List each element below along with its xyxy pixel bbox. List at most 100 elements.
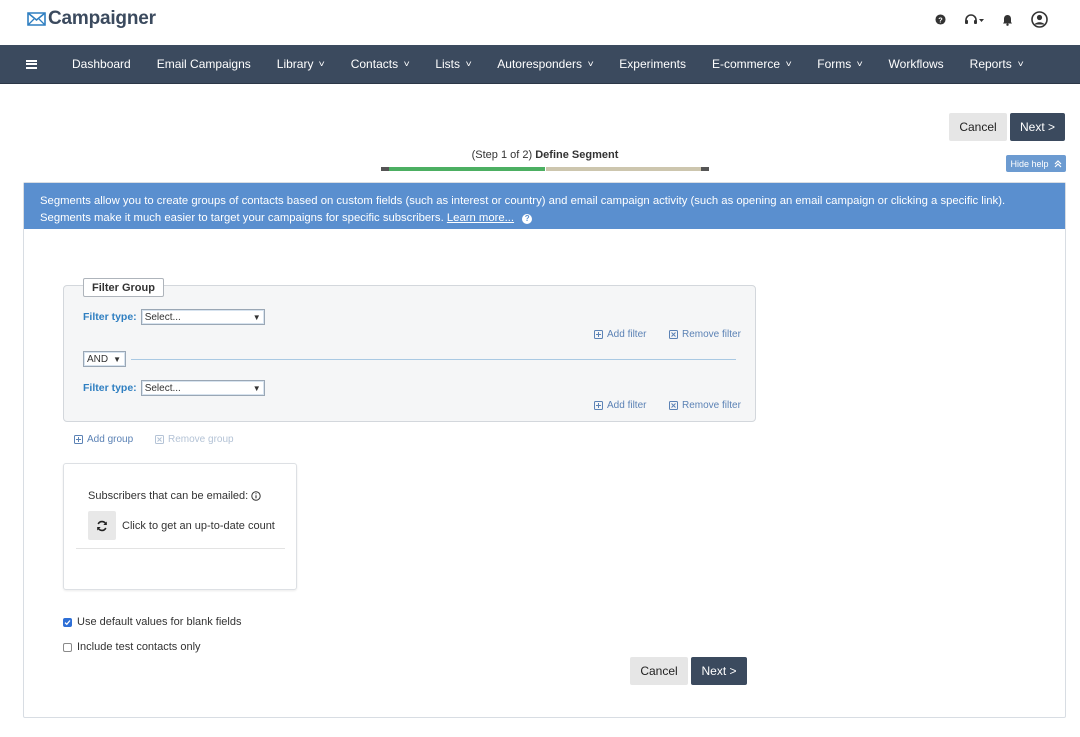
- nav-item-email-campaigns[interactable]: Email Campaigns: [157, 57, 251, 71]
- nav-item-e-commerce[interactable]: E-commerce ˅: [712, 57, 792, 71]
- step-progress-bar: [381, 167, 709, 171]
- nav-item-label: Forms: [817, 57, 852, 71]
- nav-item-forms[interactable]: Forms ˅: [817, 57, 864, 71]
- chevron-down-icon: ˅: [465, 59, 472, 69]
- nav-item-dashboard[interactable]: Dashboard: [72, 57, 131, 71]
- nav-item-label: Lists: [435, 57, 461, 71]
- filter-group: [63, 285, 756, 422]
- add-filter-link-2[interactable]: Add filter: [594, 400, 646, 411]
- add-filter-label: Add filter: [607, 329, 647, 340]
- dropdown-arrow-icon: ▼: [252, 313, 261, 322]
- help-banner: Segments allow you to create groups of c…: [24, 183, 1065, 229]
- test-contacts-checkbox[interactable]: [63, 642, 72, 652]
- user-avatar-icon[interactable]: [1031, 11, 1048, 28]
- learn-more-link[interactable]: Learn more...: [447, 212, 514, 224]
- nav-item-label: Library: [276, 57, 314, 71]
- remove-filter-link-1[interactable]: Remove filter: [669, 329, 741, 340]
- divider: [76, 548, 285, 549]
- subscriber-title-text: Subscribers that can be emailed:: [88, 490, 249, 502]
- operator-select[interactable]: AND ▼: [83, 351, 126, 367]
- step-indicator: (Step 1 of 2) Define Segment: [0, 149, 1080, 161]
- get-count-link[interactable]: Click to get an up-to-date count: [122, 520, 275, 532]
- top-header: Campaigner ?: [0, 0, 1080, 45]
- add-filter-link-1[interactable]: Add filter: [594, 329, 646, 340]
- add-group-link[interactable]: Add group: [74, 434, 133, 445]
- add-filter-label: Add filter: [607, 400, 647, 411]
- cancel-button-top[interactable]: Cancel: [949, 113, 1007, 141]
- refresh-icon: [97, 520, 107, 531]
- nav-item-label: Workflows: [888, 57, 944, 71]
- brand-name: Campaigner: [48, 8, 156, 29]
- progress-step-1: [389, 167, 545, 171]
- nav-item-label: Dashboard: [72, 57, 131, 71]
- plus-square-icon: [74, 435, 83, 444]
- help-icon[interactable]: ?: [935, 14, 946, 25]
- bell-icon[interactable]: [1002, 14, 1013, 26]
- step-prefix: (Step 1 of 2): [471, 149, 533, 161]
- chevron-down-icon: ˅: [1017, 59, 1024, 69]
- nav-item-label: Experiments: [619, 57, 686, 71]
- nav-item-workflows[interactable]: Workflows: [889, 57, 944, 71]
- envelope-logo-icon: [27, 12, 46, 26]
- main-nav: Dashboard Email Campaigns Library ˅ Contacts…: [0, 45, 1080, 84]
- nav-item-reports[interactable]: Reports ˅: [969, 57, 1024, 71]
- nav-item-contacts[interactable]: Contacts ˅: [351, 57, 410, 71]
- x-square-icon: [155, 435, 164, 444]
- hamburger-menu-icon[interactable]: [26, 59, 37, 69]
- plus-square-icon: [594, 401, 603, 410]
- add-group-label: Add group: [87, 434, 134, 445]
- use-default-values-checkbox[interactable]: [63, 617, 72, 627]
- filter-type-select-1[interactable]: Select... ▼: [140, 309, 265, 325]
- chevron-down-icon: ˅: [587, 59, 594, 69]
- test-contacts-label: Include test contacts only: [77, 641, 201, 653]
- remove-filter-link-2[interactable]: Remove filter: [669, 400, 741, 411]
- help-text-line2: Segments make it much easier to target y…: [40, 212, 444, 224]
- headset-icon[interactable]: [964, 13, 984, 26]
- brand-logo[interactable]: Campaigner: [27, 8, 156, 30]
- step-title: Define Segment: [535, 149, 619, 161]
- filter-type-label: Filter type:: [83, 382, 137, 394]
- chevrons-up-icon: [1054, 159, 1061, 167]
- nav-item-label: Contacts: [350, 57, 399, 71]
- help-text-line1: Segments allow you to create groups of c…: [40, 195, 1006, 207]
- chevron-down-icon: ˅: [785, 59, 792, 69]
- chevron-down-icon: ˅: [403, 59, 410, 69]
- plus-square-icon: [594, 330, 603, 339]
- refresh-count-button[interactable]: [88, 511, 116, 540]
- remove-group-link: Remove group: [155, 434, 234, 445]
- nav-item-label: Reports: [969, 57, 1012, 71]
- nav-item-lists[interactable]: Lists ˅: [435, 57, 471, 71]
- remove-filter-label: Remove filter: [682, 329, 741, 340]
- select-value: Select...: [144, 382, 181, 394]
- cancel-button-bottom[interactable]: Cancel: [630, 657, 688, 685]
- filter-row-1: Filter type: Select... ▼: [83, 309, 265, 325]
- use-default-values-label: Use default values for blank fields: [77, 616, 242, 628]
- nav-item-label: Email Campaigns: [156, 57, 251, 71]
- x-square-icon: [669, 330, 678, 339]
- dropdown-arrow-icon: ▼: [252, 384, 261, 393]
- help-question-icon[interactable]: ?: [522, 214, 533, 224]
- nav-item-autoresponders[interactable]: Autoresponders ˅: [497, 57, 594, 71]
- chevron-down-icon: ˅: [856, 59, 864, 69]
- operator-divider: [131, 359, 736, 360]
- operator-value: AND: [87, 353, 109, 365]
- nav-item-label: E-commerce: [712, 57, 781, 71]
- nav-item-library[interactable]: Library ˅: [277, 57, 325, 71]
- progress-cap-left: [381, 167, 389, 171]
- filter-type-label: Filter type:: [83, 311, 137, 323]
- nav-item-experiments[interactable]: Experiments: [619, 57, 686, 71]
- next-button-top[interactable]: Next >: [1010, 113, 1065, 141]
- filter-row-2: Filter type: Select... ▼: [83, 380, 265, 396]
- select-value: Select...: [144, 311, 181, 323]
- subscriber-count-box: Subscribers that can be emailed: Click t…: [63, 463, 297, 590]
- hide-help-button[interactable]: Hide help: [1006, 155, 1066, 172]
- dropdown-arrow-icon: ▼: [113, 355, 121, 364]
- test-contacts-option: Include test contacts only: [63, 641, 201, 653]
- info-icon[interactable]: [251, 491, 261, 501]
- progress-cap-right: [701, 167, 709, 171]
- filter-group-legend: Filter Group: [83, 278, 164, 297]
- filter-type-select-2[interactable]: Select... ▼: [140, 380, 265, 396]
- svg-text:?: ?: [938, 15, 943, 24]
- remove-group-label: Remove group: [168, 434, 234, 445]
- next-button-bottom[interactable]: Next >: [691, 657, 747, 685]
